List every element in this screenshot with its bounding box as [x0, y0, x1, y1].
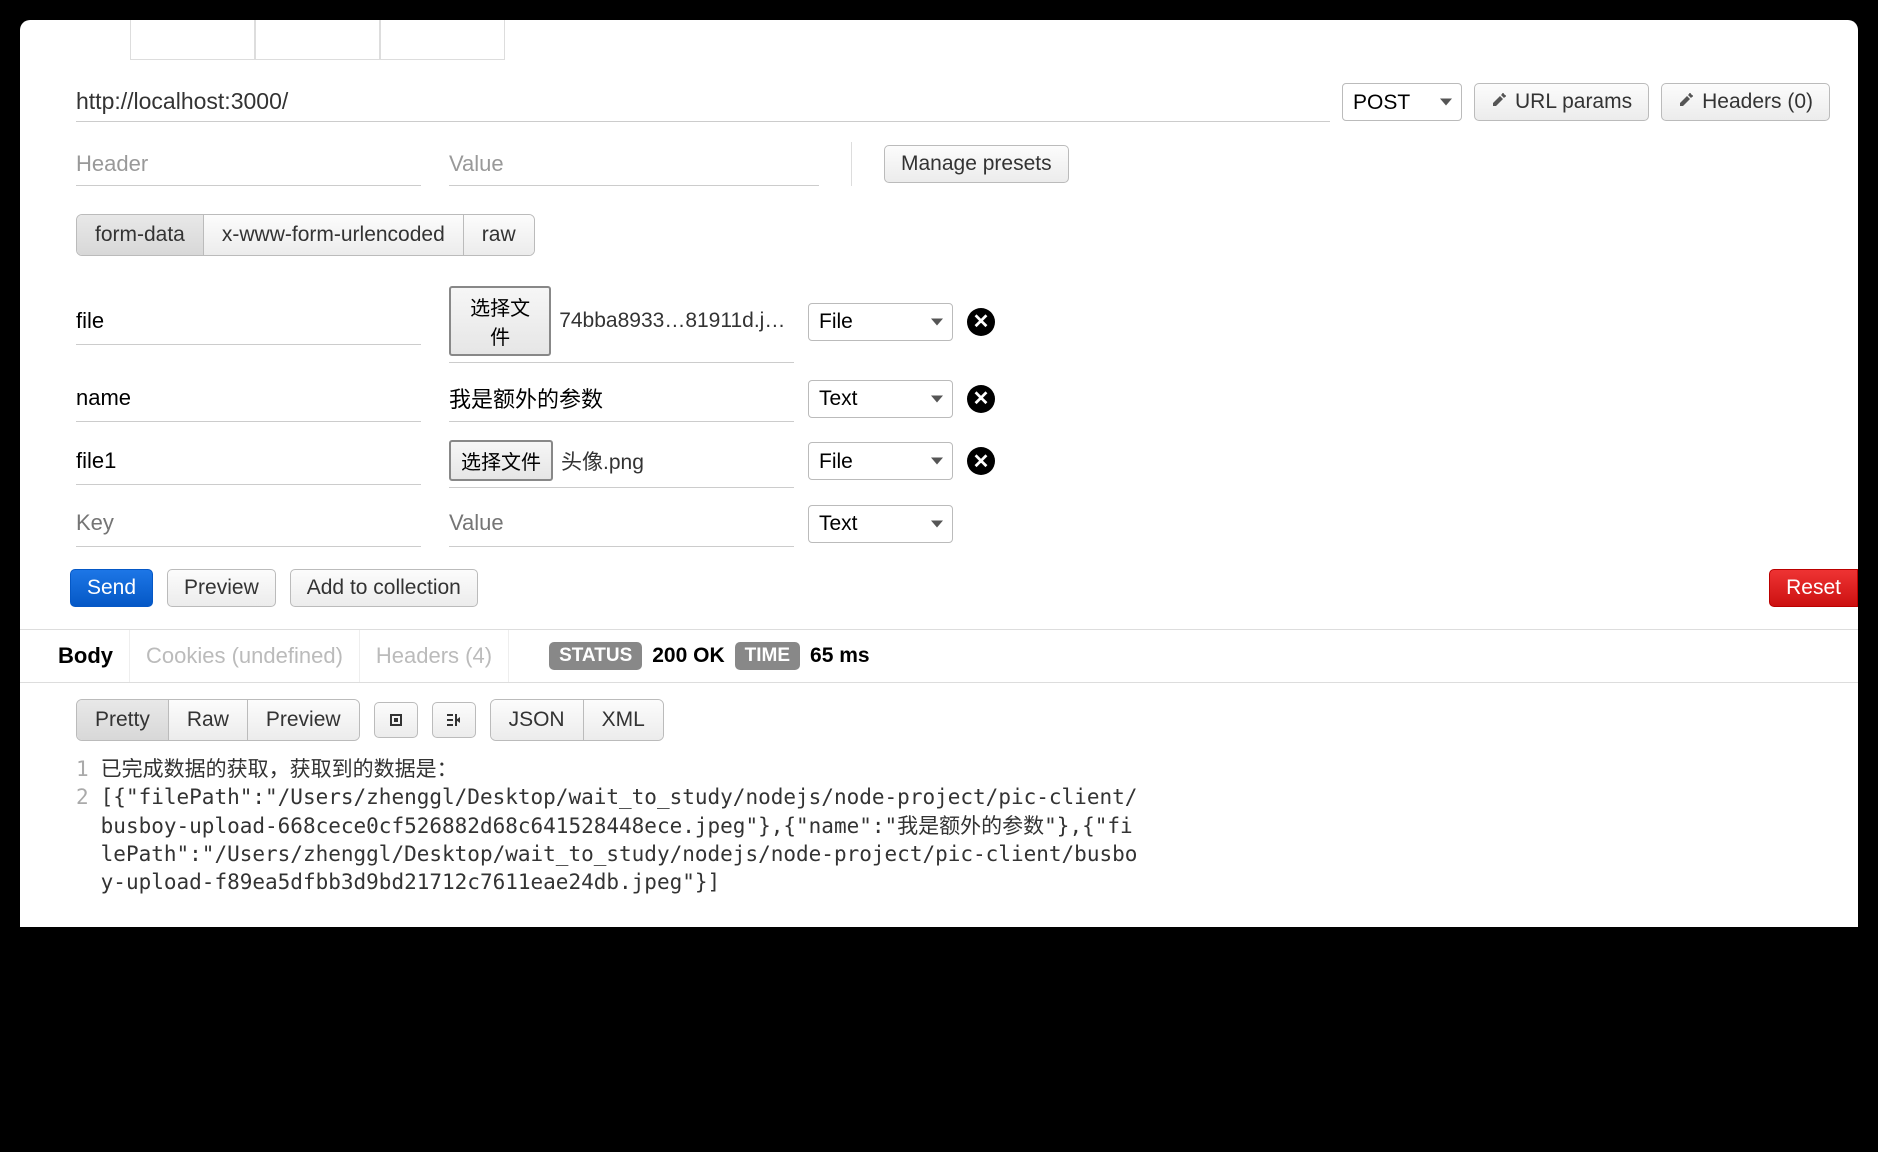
filename-label: 74bba8933…81911d.jpeg — [559, 309, 794, 333]
line-gutter: 1 2 — [76, 755, 101, 897]
view-mode-pretty[interactable]: Pretty — [77, 700, 169, 740]
formdata-key-input[interactable] — [76, 500, 421, 547]
formdata-row-empty: Text — [76, 494, 1858, 553]
url-params-label: URL params — [1515, 90, 1632, 114]
delete-row-icon[interactable]: ✕ — [967, 308, 995, 336]
filename-label: 头像.png — [561, 446, 644, 476]
send-button[interactable]: Send — [70, 569, 153, 607]
request-tab[interactable] — [130, 20, 255, 60]
url-row: POST URL params Headers (0) — [20, 60, 1858, 132]
wrap-icon[interactable] — [432, 702, 476, 738]
divider — [851, 142, 852, 186]
response-tab-body[interactable]: Body — [42, 630, 130, 682]
copy-icon[interactable] — [374, 702, 418, 738]
formdata-type-select[interactable]: Text — [808, 380, 953, 418]
app-window: POST URL params Headers (0) Manage prese… — [20, 20, 1858, 927]
formdata-file-value: 选择文件 头像.png — [449, 434, 794, 488]
response-meta: STATUS 200 OK TIME 65 ms — [549, 630, 870, 682]
formdata-row: Text ✕ — [76, 369, 1858, 428]
formdata-text-value[interactable] — [449, 375, 794, 422]
time-badge: TIME — [735, 642, 800, 670]
formdata-key-input[interactable] — [76, 375, 421, 422]
body-type-row: form-data x-www-form-urlencoded raw — [20, 196, 1858, 274]
preview-button[interactable]: Preview — [167, 569, 276, 607]
delete-row-icon[interactable]: ✕ — [967, 447, 995, 475]
headers-editor-row: Manage presets — [20, 132, 1858, 196]
edit-icon — [1678, 90, 1694, 114]
request-tab[interactable] — [255, 20, 380, 60]
body-type-raw[interactable]: raw — [464, 215, 534, 255]
view-mode-group: Pretty Raw Preview — [76, 699, 360, 741]
reset-button[interactable]: Reset — [1769, 569, 1858, 607]
choose-file-button[interactable]: 选择文件 — [449, 440, 553, 481]
add-to-collection-button[interactable]: Add to collection — [290, 569, 478, 607]
formdata-key-input[interactable] — [76, 438, 421, 485]
formdata-key-input[interactable] — [76, 298, 421, 345]
body-type-group: form-data x-www-form-urlencoded raw — [76, 214, 535, 256]
view-mode-preview[interactable]: Preview — [248, 700, 359, 740]
response-code[interactable]: 已完成数据的获取，获取到的数据是：[{"filePath":"/Users/zh… — [101, 755, 1141, 897]
formdata-file-value: 选择文件 74bba8933…81911d.jpeg — [449, 280, 794, 363]
formdata-rows: 选择文件 74bba8933…81911d.jpeg File ✕ Text ✕… — [20, 274, 1858, 553]
response-body: 1 2 已完成数据的获取，获取到的数据是：[{"filePath":"/User… — [20, 751, 1858, 927]
formdata-text-value[interactable] — [449, 500, 794, 547]
response-tab-cookies[interactable]: Cookies (undefined) — [130, 630, 360, 682]
action-row: Send Preview Add to collection Reset — [20, 553, 1858, 629]
url-input[interactable] — [76, 82, 1330, 122]
format-group: JSON XML — [490, 699, 664, 741]
response-tab-headers[interactable]: Headers (4) — [360, 630, 509, 682]
body-type-urlencoded[interactable]: x-www-form-urlencoded — [204, 215, 464, 255]
headers-button-label: Headers (0) — [1702, 90, 1813, 114]
url-params-button[interactable]: URL params — [1474, 83, 1649, 121]
request-tabstrip — [20, 20, 1858, 60]
http-method-select[interactable]: POST — [1342, 83, 1462, 121]
formdata-type-select[interactable]: Text — [808, 505, 953, 543]
time-value: 65 ms — [810, 644, 870, 668]
formdata-type-select[interactable]: File — [808, 303, 953, 341]
response-tabs: Body Cookies (undefined) Headers (4) STA… — [20, 629, 1858, 683]
status-badge: STATUS — [549, 642, 642, 670]
headers-button[interactable]: Headers (0) — [1661, 83, 1830, 121]
response-toolbar: Pretty Raw Preview JSON XML — [20, 683, 1858, 751]
header-value-input[interactable] — [449, 143, 819, 186]
edit-icon — [1491, 90, 1507, 114]
status-value: 200 OK — [652, 644, 724, 668]
formdata-row: 选择文件 头像.png File ✕ — [76, 428, 1858, 494]
manage-presets-button[interactable]: Manage presets — [884, 145, 1069, 183]
format-json[interactable]: JSON — [491, 700, 584, 740]
delete-row-icon[interactable]: ✕ — [967, 385, 995, 413]
body-type-formdata[interactable]: form-data — [77, 215, 204, 255]
header-key-input[interactable] — [76, 143, 421, 186]
view-mode-raw[interactable]: Raw — [169, 700, 248, 740]
formdata-row: 选择文件 74bba8933…81911d.jpeg File ✕ — [76, 274, 1858, 369]
request-tab[interactable] — [380, 20, 505, 60]
choose-file-button[interactable]: 选择文件 — [449, 286, 551, 356]
format-xml[interactable]: XML — [584, 700, 663, 740]
formdata-type-select[interactable]: File — [808, 442, 953, 480]
